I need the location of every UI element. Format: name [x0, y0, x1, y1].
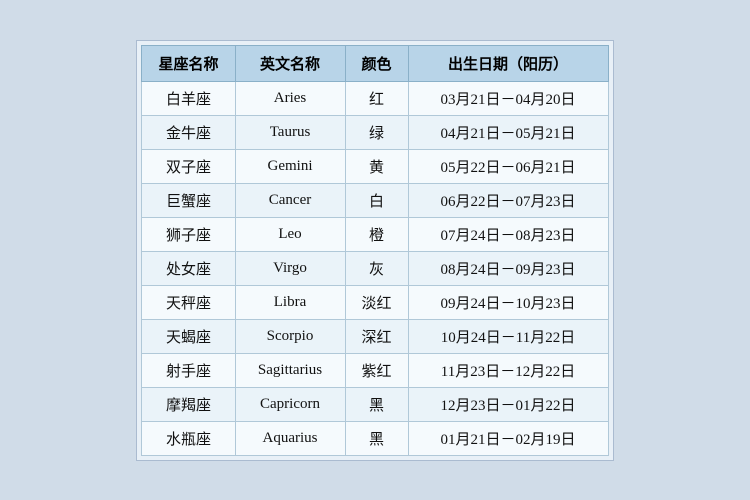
table-row: 射手座Sagittarius紫红11月23日－12月22日 — [142, 353, 608, 387]
cell-color: 紫红 — [345, 353, 408, 387]
cell-color: 黑 — [345, 421, 408, 455]
cell-color: 淡红 — [345, 285, 408, 319]
header-color: 颜色 — [345, 45, 408, 81]
cell-date: 05月22日－06月21日 — [408, 149, 608, 183]
cell-date: 01月21日－02月19日 — [408, 421, 608, 455]
cell-english: Aries — [235, 81, 345, 115]
table-row: 天蝎座Scorpio深红10月24日－11月22日 — [142, 319, 608, 353]
table-row: 处女座Virgo灰08月24日－09月23日 — [142, 251, 608, 285]
cell-color: 灰 — [345, 251, 408, 285]
cell-chinese: 双子座 — [142, 149, 235, 183]
cell-chinese: 巨蟹座 — [142, 183, 235, 217]
zodiac-table: 星座名称 英文名称 颜色 出生日期（阳历） 白羊座Aries红03月21日－04… — [141, 45, 608, 456]
cell-chinese: 金牛座 — [142, 115, 235, 149]
cell-english: Capricorn — [235, 387, 345, 421]
cell-date: 09月24日－10月23日 — [408, 285, 608, 319]
table-row: 巨蟹座Cancer白06月22日－07月23日 — [142, 183, 608, 217]
cell-date: 07月24日－08月23日 — [408, 217, 608, 251]
table-row: 摩羯座Capricorn黑12月23日－01月22日 — [142, 387, 608, 421]
header-date: 出生日期（阳历） — [408, 45, 608, 81]
cell-english: Cancer — [235, 183, 345, 217]
cell-date: 11月23日－12月22日 — [408, 353, 608, 387]
cell-english: Libra — [235, 285, 345, 319]
header-english: 英文名称 — [235, 45, 345, 81]
cell-english: Taurus — [235, 115, 345, 149]
cell-color: 黄 — [345, 149, 408, 183]
cell-english: Virgo — [235, 251, 345, 285]
cell-english: Leo — [235, 217, 345, 251]
cell-chinese: 天秤座 — [142, 285, 235, 319]
table-row: 白羊座Aries红03月21日－04月20日 — [142, 81, 608, 115]
cell-color: 白 — [345, 183, 408, 217]
cell-chinese: 狮子座 — [142, 217, 235, 251]
cell-date: 08月24日－09月23日 — [408, 251, 608, 285]
cell-chinese: 摩羯座 — [142, 387, 235, 421]
cell-english: Sagittarius — [235, 353, 345, 387]
table-row: 狮子座Leo橙07月24日－08月23日 — [142, 217, 608, 251]
cell-english: Aquarius — [235, 421, 345, 455]
cell-chinese: 水瓶座 — [142, 421, 235, 455]
cell-chinese: 处女座 — [142, 251, 235, 285]
cell-color: 深红 — [345, 319, 408, 353]
cell-color: 橙 — [345, 217, 408, 251]
zodiac-table-container: 星座名称 英文名称 颜色 出生日期（阳历） 白羊座Aries红03月21日－04… — [136, 40, 613, 461]
cell-chinese: 白羊座 — [142, 81, 235, 115]
cell-date: 10月24日－11月22日 — [408, 319, 608, 353]
cell-english: Scorpio — [235, 319, 345, 353]
cell-date: 12月23日－01月22日 — [408, 387, 608, 421]
cell-color: 绿 — [345, 115, 408, 149]
cell-chinese: 射手座 — [142, 353, 235, 387]
table-row: 金牛座Taurus绿04月21日－05月21日 — [142, 115, 608, 149]
cell-color: 黑 — [345, 387, 408, 421]
cell-color: 红 — [345, 81, 408, 115]
cell-date: 06月22日－07月23日 — [408, 183, 608, 217]
header-chinese: 星座名称 — [142, 45, 235, 81]
table-row: 天秤座Libra淡红09月24日－10月23日 — [142, 285, 608, 319]
cell-chinese: 天蝎座 — [142, 319, 235, 353]
table-row: 水瓶座Aquarius黑01月21日－02月19日 — [142, 421, 608, 455]
table-header-row: 星座名称 英文名称 颜色 出生日期（阳历） — [142, 45, 608, 81]
cell-date: 03月21日－04月20日 — [408, 81, 608, 115]
cell-date: 04月21日－05月21日 — [408, 115, 608, 149]
table-row: 双子座Gemini黄05月22日－06月21日 — [142, 149, 608, 183]
cell-english: Gemini — [235, 149, 345, 183]
